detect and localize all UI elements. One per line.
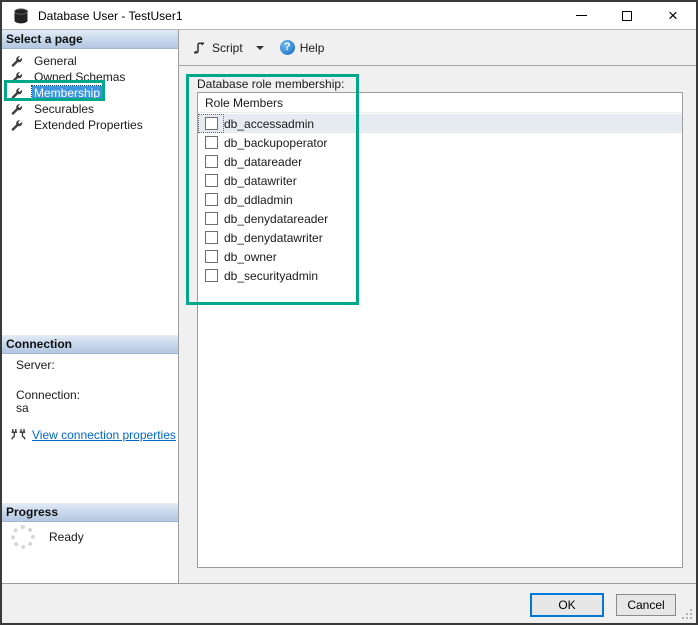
help-icon: ?: [279, 40, 295, 55]
select-a-page-header: Select a page: [2, 30, 178, 49]
progress-header: Progress: [2, 503, 178, 522]
main-panel: Script ? Help Database role membership: …: [179, 30, 696, 583]
role-members-column-header: Role Members: [198, 93, 682, 113]
role-member-label: db_accessadmin: [224, 116, 315, 131]
database-user-dialog: Database User - TestUser1 × Select a pag…: [0, 0, 698, 625]
sidebar-item-general[interactable]: General: [2, 53, 177, 69]
sidebar-item-label: Membership: [30, 85, 104, 101]
role-members-list[interactable]: Role Members db_accessadmin db_backupope…: [197, 92, 683, 568]
table-row[interactable]: db_backupoperator: [198, 133, 682, 152]
window-controls: ×: [558, 2, 696, 29]
checkbox-cell: [198, 247, 224, 266]
table-row[interactable]: db_denydatareader: [198, 209, 682, 228]
minimize-button[interactable]: [558, 2, 604, 29]
close-button[interactable]: ×: [650, 2, 696, 29]
title-bar: Database User - TestUser1 ×: [2, 2, 696, 30]
resize-grip[interactable]: [682, 609, 693, 620]
connection-label: Connection:: [16, 388, 81, 402]
role-checkbox[interactable]: [204, 136, 218, 149]
sidebar-item-owned-schemas[interactable]: Owned Schemas: [2, 69, 177, 85]
role-member-label: db_denydatareader: [224, 211, 329, 226]
role-checkbox[interactable]: [204, 269, 218, 282]
database-icon: [12, 7, 30, 25]
role-member-label: db_owner: [224, 249, 277, 264]
progress-status: Ready: [49, 530, 84, 544]
script-button[interactable]: Script: [187, 37, 247, 59]
wrench-icon: [10, 55, 23, 68]
wrench-icon: [10, 87, 23, 100]
role-member-label: db_denydatawriter: [224, 230, 323, 245]
window-title: Database User - TestUser1: [38, 8, 183, 23]
toolbar: Script ? Help: [179, 30, 696, 66]
wrench-icon: [10, 71, 23, 84]
checkbox-cell: [198, 190, 224, 209]
role-checkbox[interactable]: [204, 231, 218, 244]
role-members-rows: db_accessadmin db_backupoperator db_data…: [198, 114, 682, 285]
role-member-label: db_backupoperator: [224, 135, 328, 150]
role-member-label: db_ddladmin: [224, 192, 293, 207]
checkbox-cell: [198, 152, 224, 171]
sidebar-item-label: Extended Properties: [34, 118, 143, 132]
checkbox-cell: [198, 266, 224, 285]
connection-plug-icon: [10, 428, 27, 442]
role-member-label: db_datawriter: [224, 173, 297, 188]
sidebar-item-label: General: [34, 54, 77, 68]
server-label: Server:: [16, 358, 55, 372]
table-row[interactable]: db_denydatawriter: [198, 228, 682, 247]
role-checkbox[interactable]: [204, 193, 218, 206]
role-checkbox[interactable]: [204, 155, 218, 168]
sidebar-item-extended-properties[interactable]: Extended Properties: [2, 117, 177, 133]
checkbox-cell: [198, 133, 224, 152]
sidebar-item-membership[interactable]: Membership: [2, 85, 177, 101]
script-button-label: Script: [212, 40, 243, 55]
view-connection-properties-row: View connection properties: [10, 428, 176, 442]
help-button[interactable]: ? Help: [276, 37, 329, 58]
script-dropdown-icon[interactable]: [255, 45, 264, 50]
checkbox-cell: [198, 228, 224, 247]
minimize-icon: [575, 15, 587, 16]
table-row[interactable]: db_owner: [198, 247, 682, 266]
role-checkbox[interactable]: [204, 212, 218, 225]
checkbox-cell: [198, 114, 224, 133]
sidebar: Select a page General Owned Schemas Memb…: [2, 30, 179, 583]
progress-spinner-icon: [11, 525, 35, 549]
checkbox-cell: [198, 209, 224, 228]
role-checkbox[interactable]: [204, 174, 218, 187]
sidebar-item-label: Owned Schemas: [34, 70, 126, 84]
role-checkbox[interactable]: [204, 250, 218, 263]
connection-value: sa: [16, 401, 29, 415]
wrench-icon: [10, 119, 23, 132]
table-row[interactable]: db_datawriter: [198, 171, 682, 190]
role-checkbox[interactable]: [204, 117, 218, 130]
sidebar-item-securables[interactable]: Securables: [2, 101, 177, 117]
page-list: General Owned Schemas Membership Securab…: [2, 53, 177, 133]
sidebar-item-label: Securables: [34, 102, 95, 116]
role-member-label: db_securityadmin: [224, 268, 319, 283]
view-connection-properties-link[interactable]: View connection properties: [32, 428, 176, 442]
cancel-button[interactable]: Cancel: [616, 594, 676, 616]
table-row[interactable]: db_securityadmin: [198, 266, 682, 285]
help-button-label: Help: [299, 40, 325, 55]
role-member-label: db_datareader: [224, 154, 303, 169]
wrench-icon: [10, 103, 23, 116]
maximize-icon: [622, 10, 632, 21]
footer: OK Cancel: [2, 583, 696, 623]
checkbox-cell: [198, 171, 224, 190]
role-membership-label: Database role membership:: [197, 77, 345, 91]
table-row[interactable]: db_datareader: [198, 152, 682, 171]
connection-header: Connection: [2, 335, 178, 354]
table-row[interactable]: db_ddladmin: [198, 190, 682, 209]
maximize-button[interactable]: [604, 2, 650, 29]
script-icon: [191, 40, 207, 56]
close-icon: ×: [668, 6, 678, 25]
table-row[interactable]: db_accessadmin: [198, 114, 682, 133]
ok-button[interactable]: OK: [530, 593, 604, 617]
